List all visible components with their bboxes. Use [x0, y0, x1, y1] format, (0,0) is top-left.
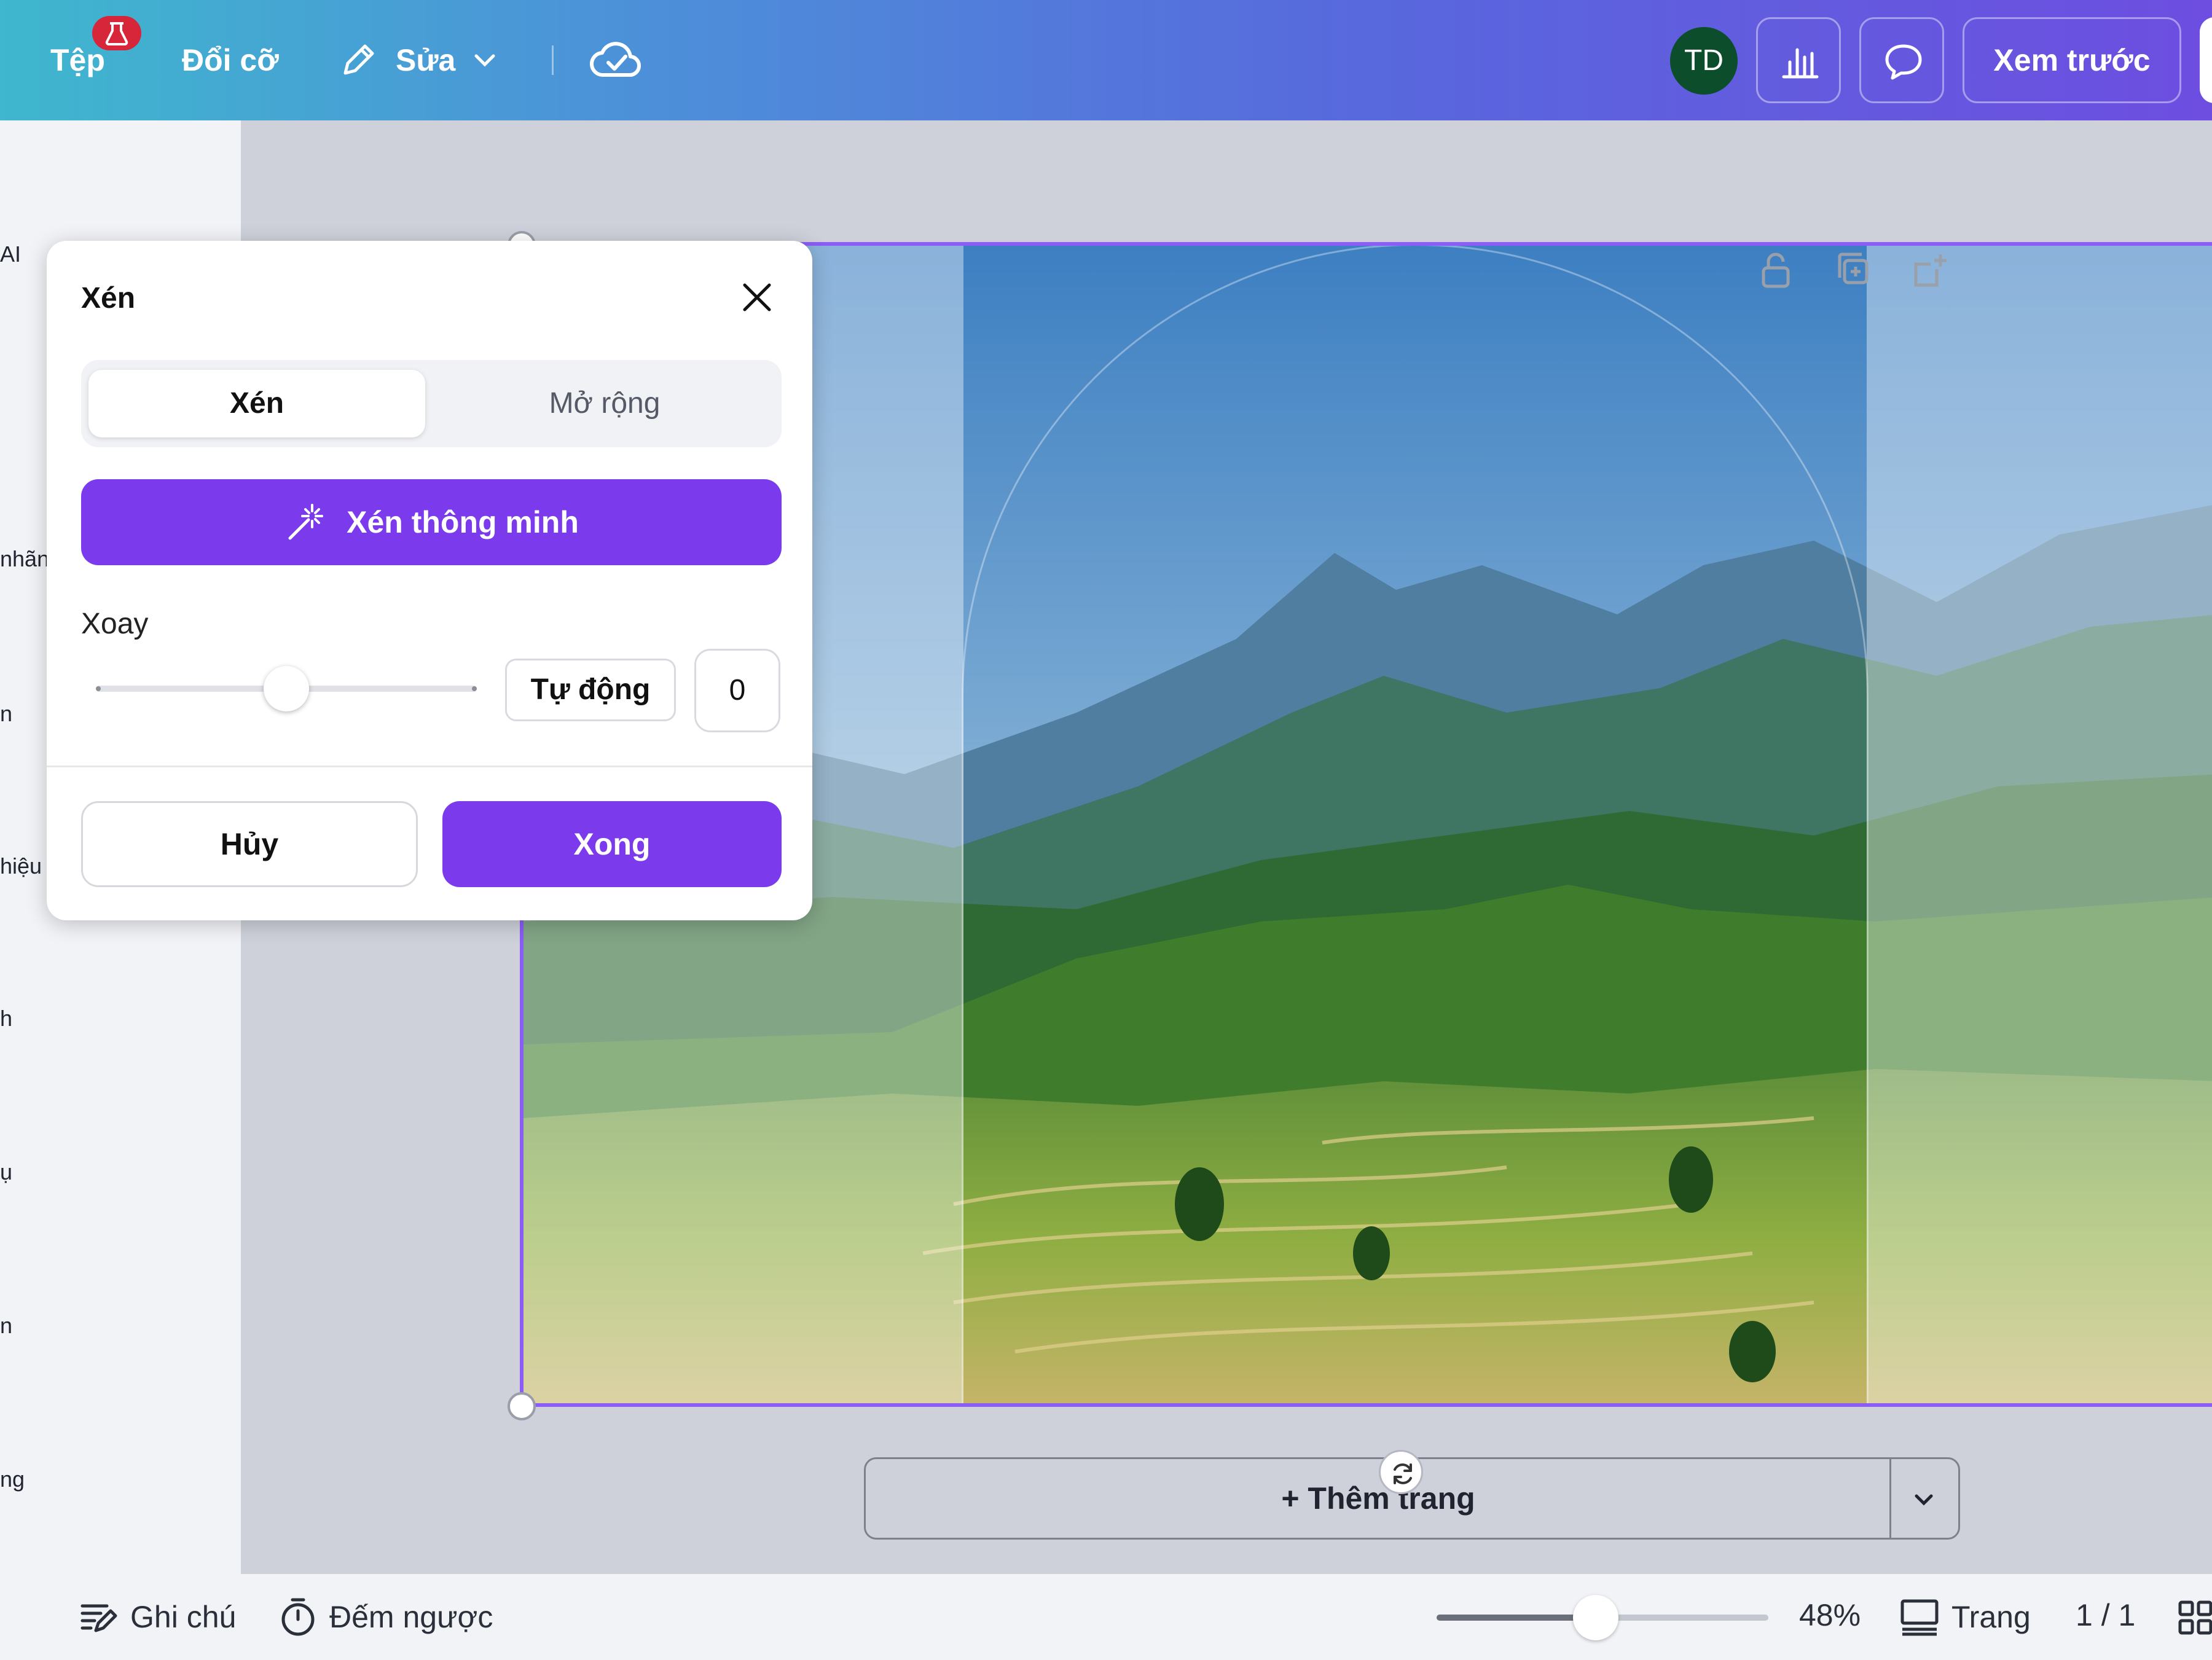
pages-button[interactable]: Trang — [1899, 1592, 2031, 1642]
zoom-slider[interactable] — [1437, 1595, 1768, 1640]
tab-expand[interactable]: Mở rộng — [436, 370, 773, 437]
dialog-divider — [47, 765, 812, 767]
side-label[interactable]: nhãn — [0, 546, 49, 573]
notes-button[interactable]: Ghi chú — [77, 1592, 236, 1642]
arch-frame[interactable] — [963, 246, 1867, 1403]
crop-dialog: Xén Xén Mở rộng Xén thông minh Xoay Tự đ… — [47, 241, 812, 920]
rotate-value-input[interactable]: 0 — [694, 649, 780, 732]
chart-bar-icon — [1782, 48, 1819, 79]
pencil-icon — [343, 44, 374, 75]
side-label[interactable]: h — [0, 1005, 12, 1032]
rotate-label: Xoay — [81, 608, 149, 640]
tab-crop[interactable]: Xén — [88, 370, 425, 437]
side-label[interactable]: n — [0, 700, 12, 727]
chevron-down-icon[interactable] — [1910, 1486, 1937, 1513]
resize-handle-bottom-left[interactable] — [508, 1392, 536, 1420]
preview-button[interactable]: Xem trước — [1963, 17, 2181, 103]
zoom-slider-fill — [1437, 1615, 1596, 1621]
side-label[interactable]: n — [0, 1312, 12, 1339]
insights-button[interactable] — [1756, 17, 1841, 103]
page-count: 1 / 1 — [2076, 1598, 2136, 1632]
add-page-icon[interactable] — [1912, 251, 1949, 290]
chevron-down-icon — [474, 54, 495, 67]
timer-label: Đếm ngược — [329, 1600, 493, 1634]
smart-crop-button[interactable]: Xén thông minh — [81, 479, 782, 565]
side-label[interactable]: ng — [0, 1466, 25, 1493]
slider-tick — [96, 686, 101, 691]
pages-label: Trang — [1951, 1600, 2031, 1634]
magic-sparkle-icon — [288, 504, 324, 540]
share-button[interactable] — [2200, 17, 2212, 103]
menu-edit-label: Sửa — [396, 43, 456, 77]
close-icon[interactable] — [731, 272, 783, 323]
done-button[interactable]: Xong — [442, 801, 782, 887]
pages-icon — [1900, 1599, 1939, 1636]
crop-dialog-title: Xén — [81, 282, 136, 315]
timer-button[interactable]: Đếm ngược — [278, 1592, 493, 1642]
slider-tick — [472, 686, 477, 691]
zoom-slider-knob[interactable] — [1573, 1595, 1619, 1640]
crop-mask-right — [1867, 246, 2212, 1403]
side-label[interactable]: hiệu — [0, 853, 42, 880]
comment-icon — [1885, 44, 1922, 80]
zoom-level[interactable]: 48% — [1799, 1597, 1861, 1633]
lock-icon[interactable] — [1757, 251, 1794, 290]
page-tools — [1757, 251, 1949, 290]
lab-badge-icon — [92, 16, 141, 50]
crop-mode-tabs: Xén Mở rộng — [81, 360, 782, 447]
timer-icon — [281, 1598, 315, 1636]
menu-resize[interactable]: Đổi cỡ — [182, 39, 279, 81]
notes-label: Ghi chú — [130, 1600, 237, 1634]
side-label[interactable]: AI — [0, 241, 21, 268]
rotate-handle-icon[interactable] — [1379, 1450, 1423, 1494]
side-label[interactable]: ụ — [0, 1159, 12, 1186]
add-page-divider — [1889, 1459, 1891, 1538]
avatar[interactable]: TD — [1670, 27, 1738, 95]
cancel-button[interactable]: Hủy — [81, 801, 418, 887]
menu-file[interactable]: Tệp — [50, 39, 105, 81]
comment-button[interactable] — [1859, 17, 1944, 103]
auto-rotate-button[interactable]: Tự động — [505, 659, 676, 721]
rotate-slider-knob[interactable] — [264, 666, 309, 711]
add-page-button[interactable]: + Thêm trang — [866, 1459, 1891, 1538]
editor-top-bar: Tệp Đổi cỡ Sửa TD Xem trước — [0, 0, 2212, 120]
toolbar-separator — [552, 45, 554, 75]
notes-icon — [80, 1604, 117, 1632]
editor-bottom-bar: Ghi chú Đếm ngược 48% Trang 1 / 1 — [0, 1574, 2212, 1660]
smart-crop-label: Xén thông minh — [347, 505, 579, 539]
grid-view-icon[interactable] — [2178, 1600, 2212, 1637]
menu-edit[interactable]: Sửa — [337, 39, 498, 81]
rotate-slider[interactable] — [96, 666, 477, 711]
cloud-sync-icon[interactable] — [589, 36, 643, 88]
duplicate-icon[interactable] — [1835, 251, 1872, 290]
